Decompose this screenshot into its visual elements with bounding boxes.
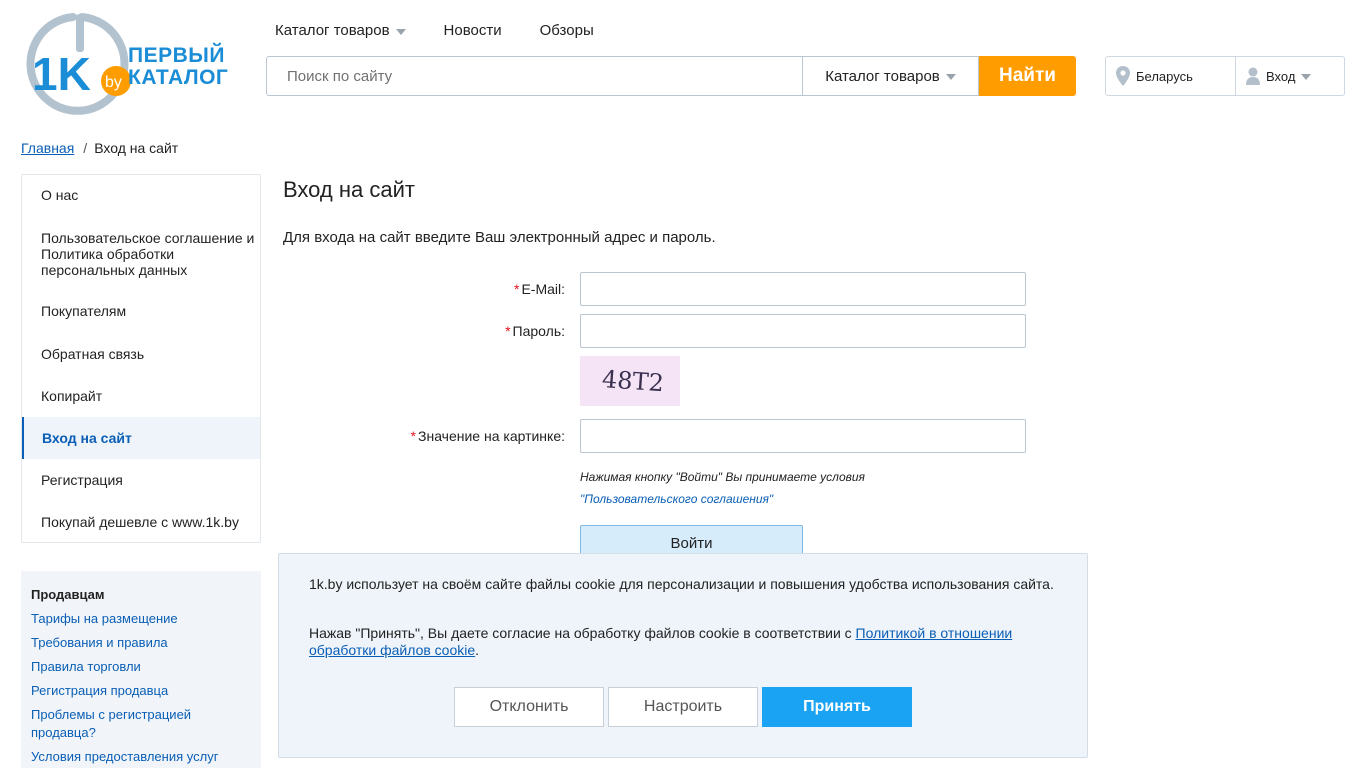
sellers-link-tariffs[interactable]: Тарифы на размещение (31, 610, 251, 628)
login-label: Вход (1266, 68, 1296, 84)
search-category-select[interactable]: Каталог товаров (802, 56, 979, 96)
top-navigation: Каталог товаров Новости Обзоры (275, 22, 632, 39)
logo-caption: ПЕРВЫЙ КАТАЛОГ (128, 45, 228, 89)
terms-link[interactable]: "Пользовательского соглашения" (580, 488, 865, 510)
cookie-decline-button[interactable]: Отклонить (454, 687, 604, 727)
logo-line-1: ПЕРВЫЙ (128, 44, 225, 67)
site-logo[interactable]: 1K by ПЕРВЫЙ КАТАЛОГ (26, 12, 236, 116)
password-label-text: Пароль: (512, 323, 565, 339)
breadcrumb-separator: / (83, 140, 88, 156)
nav-news[interactable]: Новости (444, 22, 502, 39)
required-mark: * (505, 323, 511, 339)
user-icon (1246, 67, 1260, 85)
sidebar-menu: О нас Пользовательское соглашение и Поли… (21, 174, 261, 543)
sidebar-item-about[interactable]: О нас (22, 187, 260, 203)
search-input[interactable] (266, 56, 802, 96)
sellers-title: Продавцам (31, 587, 105, 602)
nav-catalog-label: Каталог товаров (275, 22, 390, 39)
cookie-consent-suffix: . (475, 642, 480, 658)
sellers-link-registration-problems[interactable]: Проблемы с регистрацией продавца? (31, 706, 251, 742)
required-mark: * (513, 281, 520, 297)
search-category-label: Каталог товаров (825, 67, 940, 85)
sellers-link-requirements[interactable]: Требования и правила (31, 634, 251, 652)
sellers-panel: Продавцам Тарифы на размещение Требовани… (21, 571, 261, 768)
region-selector[interactable]: Беларусь (1106, 57, 1236, 95)
chevron-down-icon (395, 28, 406, 35)
terms-text: Нажимая кнопку "Войти" Вы принимаете усл… (580, 470, 865, 484)
user-box: Беларусь Вход (1105, 56, 1345, 96)
password-field[interactable] (580, 314, 1026, 348)
breadcrumb-home-link[interactable]: Главная (21, 140, 74, 156)
cookie-banner: 1k.by использует на своём сайте файлы co… (278, 553, 1088, 758)
sidebar-item-cheaper[interactable]: Покупай дешевле с www.1k.by (22, 514, 260, 530)
email-field[interactable] (580, 272, 1026, 306)
captcha-text: 48Т2 (601, 365, 665, 397)
cookie-configure-button[interactable]: Настроить (608, 687, 758, 727)
chevron-down-icon (1301, 74, 1312, 80)
cookie-accept-button[interactable]: Принять (762, 687, 912, 727)
sidebar-item-agreement[interactable]: Пользовательское соглашение и Политика о… (22, 230, 260, 278)
nav-reviews[interactable]: Обзоры (540, 22, 594, 39)
email-label: * E-Mail: (365, 281, 565, 297)
logo-icon: 1K by (26, 13, 131, 115)
captcha-graphic: 48Т2 (601, 365, 665, 397)
location-pin-icon (1116, 66, 1130, 86)
sellers-link-registration[interactable]: Регистрация продавца (31, 682, 251, 700)
sellers-link-trade-rules[interactable]: Правила торговли (31, 658, 251, 676)
required-mark: * (410, 428, 416, 444)
sellers-link-terms[interactable]: Условия предоставления услуг (31, 748, 251, 766)
logo-line-2: КАТАЛОГ (128, 66, 229, 89)
password-label: * Пароль: (365, 323, 565, 339)
chevron-down-icon (945, 74, 956, 80)
cookie-consent-text: Нажав "Принять", Вы даете согласие на об… (309, 625, 1059, 659)
nav-catalog[interactable]: Каталог товаров (275, 22, 406, 39)
breadcrumb: Главная / Вход на сайт (21, 140, 178, 156)
sidebar-item-buyers[interactable]: Покупателям (22, 303, 260, 319)
captcha-label-text: Значение на картинке: (418, 428, 565, 444)
email-label-text: E-Mail: (521, 281, 565, 297)
sidebar-item-copyright[interactable]: Копирайт (22, 388, 260, 404)
sidebar-item-registration[interactable]: Регистрация (22, 472, 260, 488)
breadcrumb-current: Вход на сайт (94, 140, 179, 156)
cookie-text: 1k.by использует на своём сайте файлы co… (309, 576, 1054, 592)
login-menu[interactable]: Вход (1236, 57, 1344, 95)
logo-main-text: 1K (32, 48, 91, 100)
sidebar-item-login[interactable]: Вход на сайт (22, 417, 260, 459)
login-intro-text: Для входа на сайт введите Ваш электронны… (283, 229, 716, 246)
captcha-field[interactable] (580, 419, 1026, 453)
terms-notice: Нажимая кнопку "Войти" Вы принимаете усл… (580, 466, 865, 510)
region-label: Беларусь (1136, 68, 1193, 84)
sidebar-item-feedback[interactable]: Обратная связь (22, 346, 260, 362)
captcha-label: * Значение на картинке: (365, 428, 565, 444)
logo-badge-text: by (105, 74, 122, 91)
page-title: Вход на сайт (283, 177, 415, 202)
search-button[interactable]: Найти (979, 56, 1076, 96)
cookie-consent-prefix: Нажав "Принять", Вы даете согласие на об… (309, 625, 856, 641)
search-bar: Каталог товаров Найти (266, 56, 1076, 96)
captcha-image: 48Т2 (580, 356, 680, 406)
